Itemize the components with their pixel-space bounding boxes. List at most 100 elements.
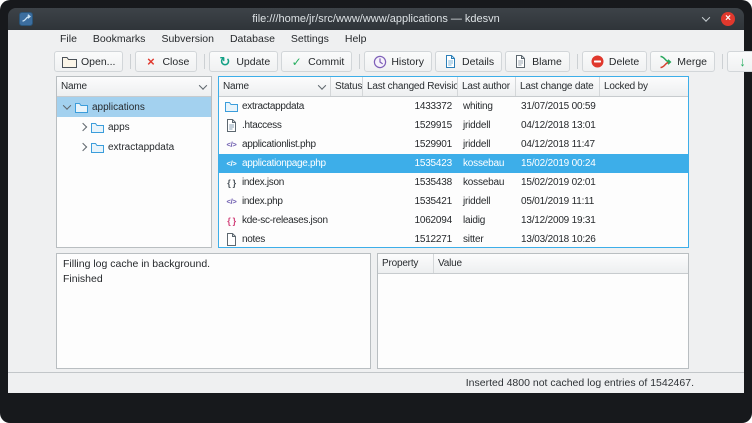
log-line: Filling log cache in background. — [63, 257, 364, 272]
close-label: Close — [162, 56, 189, 68]
update-label: Update — [236, 56, 270, 68]
tree-item-apps[interactable]: apps — [57, 117, 211, 137]
tree-header: Name — [57, 77, 211, 97]
file-row[interactable]: extractappdata 1433372 whiting 31/07/201… — [219, 97, 688, 116]
update-button[interactable]: ↻ Update — [209, 51, 278, 72]
file-author: kossebau — [458, 177, 516, 188]
file-author: laidig — [458, 215, 516, 226]
blame-label: Blame — [532, 56, 562, 68]
title-bar: file:///home/jr/src/www/www/applications… — [8, 8, 744, 30]
toolbar-separator — [204, 54, 205, 69]
file-name: kde-sc-releases.json — [242, 215, 328, 226]
details-button[interactable]: Details — [435, 51, 502, 72]
commit-check-icon: ✓ — [289, 54, 304, 69]
menu-database[interactable]: Database — [222, 30, 283, 48]
php-file-icon: </> — [225, 195, 238, 208]
file-author: whiting — [458, 101, 516, 112]
log-output-panel[interactable]: Filling log cache in background. Finishe… — [56, 253, 371, 369]
file-author: sitter — [458, 234, 516, 245]
file-date: 13/12/2009 19:31 — [516, 215, 600, 226]
checkout-button[interactable]: ↓ Checkout — [727, 51, 752, 72]
open-label: Open... — [81, 56, 115, 68]
file-revision: 1529901 — [363, 139, 458, 150]
menu-bar: File Bookmarks Subversion Database Setti… — [8, 30, 744, 48]
commit-button[interactable]: ✓ Commit — [281, 51, 352, 72]
open-button[interactable]: Open... — [54, 51, 123, 72]
file-revision: 1433372 — [363, 101, 458, 112]
menu-settings[interactable]: Settings — [283, 30, 337, 48]
close-button[interactable]: × — [721, 12, 735, 26]
shade-button[interactable] — [700, 13, 712, 25]
file-row[interactable]: </> applicationlist.php 1529901 jriddell… — [219, 135, 688, 154]
menu-file[interactable]: File — [52, 30, 85, 48]
checkout-arrow-icon: ↓ — [735, 54, 750, 69]
file-author: jriddell — [458, 120, 516, 131]
file-name: applicationpage.php — [242, 158, 326, 169]
details-label: Details — [462, 56, 494, 68]
file-list-panel: Name Status Last changed Revision Last a… — [218, 76, 689, 248]
tree-item-applications[interactable]: applications — [57, 97, 211, 117]
file-author: jriddell — [458, 196, 516, 207]
blame-document-icon — [513, 54, 528, 69]
menu-bookmarks[interactable]: Bookmarks — [85, 30, 154, 48]
close-file-button[interactable]: × Close — [135, 51, 197, 72]
file-row[interactable]: notes 1512271 sitter 13/03/2018 10:26 — [219, 230, 688, 248]
column-header-locked[interactable]: Locked by — [600, 77, 688, 96]
file-revision: 1512271 — [363, 234, 458, 245]
expander-icon[interactable] — [76, 124, 90, 130]
log-line: Finished — [63, 272, 364, 287]
column-header-date[interactable]: Last change date — [516, 77, 600, 96]
column-header-author[interactable]: Last author — [458, 77, 516, 96]
merge-button[interactable]: Merge — [650, 51, 715, 72]
file-revision: 1535438 — [363, 177, 458, 188]
sort-indicator-icon — [199, 81, 207, 89]
toolbar-separator — [722, 54, 723, 69]
column-header-name[interactable]: Name — [219, 77, 331, 96]
app-body: File Bookmarks Subversion Database Setti… — [8, 30, 744, 393]
php-file-icon: </> — [225, 138, 238, 151]
column-header-status[interactable]: Status — [331, 77, 363, 96]
file-row[interactable]: { } kde-sc-releases.json 1062094 laidig … — [219, 211, 688, 230]
file-name: notes — [242, 234, 265, 245]
tree-item-extractappdata[interactable]: extractappdata — [57, 137, 211, 157]
folder-icon — [91, 142, 104, 153]
folder-icon — [225, 100, 238, 113]
tool-bar: Open... × Close ↻ Update ✓ Commit — [8, 48, 744, 75]
history-button[interactable]: History — [364, 51, 432, 72]
close-x-icon: × — [143, 54, 158, 69]
folder-icon — [91, 122, 104, 133]
expander-icon[interactable] — [76, 144, 90, 150]
tree-item-label: applications — [92, 102, 145, 113]
file-row[interactable]: .htaccess 1529915 jriddell 04/12/2018 13… — [219, 116, 688, 135]
file-row[interactable]: </> index.php 1535421 jriddell 05/01/201… — [219, 192, 688, 211]
app-icon[interactable] — [19, 12, 33, 26]
column-header-revision[interactable]: Last changed Revision — [363, 77, 458, 96]
tree-item-label: apps — [108, 122, 130, 133]
toolbar-separator — [130, 54, 131, 69]
kdesvn-window: file:///home/jr/src/www/www/applications… — [8, 8, 744, 393]
file-revision: 1535421 — [363, 196, 458, 207]
json-file-icon: { } — [225, 176, 238, 189]
delete-button[interactable]: Delete — [582, 51, 647, 72]
blame-button[interactable]: Blame — [505, 51, 570, 72]
merge-label: Merge — [677, 56, 707, 68]
file-name: .htaccess — [242, 120, 282, 131]
toolbar-separator — [577, 54, 578, 69]
expander-icon[interactable] — [60, 104, 74, 110]
menu-subversion[interactable]: Subversion — [153, 30, 222, 48]
file-row[interactable]: { } index.json 1535438 kossebau 15/02/20… — [219, 173, 688, 192]
history-clock-icon — [372, 54, 387, 69]
file-row-selected[interactable]: </> applicationpage.php 1535423 kossebau… — [219, 154, 688, 173]
file-author: jriddell — [458, 139, 516, 150]
column-header-property[interactable]: Property — [378, 254, 434, 273]
file-revision: 1535423 — [363, 158, 458, 169]
titlebar-controls: × — [700, 8, 735, 30]
menu-help[interactable]: Help — [337, 30, 375, 48]
file-revision: 1529915 — [363, 120, 458, 131]
file-date: 13/03/2018 10:26 — [516, 234, 600, 245]
file-name: applicationlist.php — [242, 139, 316, 150]
tree-header-name[interactable]: Name — [57, 77, 211, 96]
status-bar: Inserted 4800 not cached log entries of … — [8, 372, 744, 393]
folder-icon — [75, 102, 88, 113]
column-header-value[interactable]: Value — [434, 254, 688, 273]
